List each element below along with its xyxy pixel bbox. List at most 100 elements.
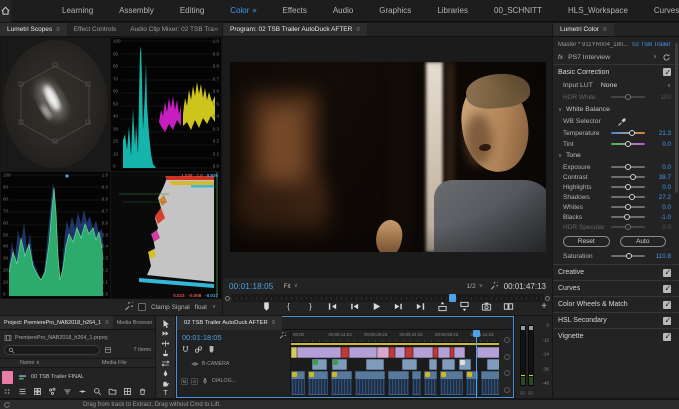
timeline-clip[interactable] — [477, 347, 499, 358]
panel-menu-icon[interactable]: ≡ — [272, 320, 276, 326]
basic-correction-checkbox[interactable] — [663, 68, 671, 76]
project-list-item[interactable]: 00 TSB Trailer FINAL — [0, 369, 155, 385]
slider-track[interactable] — [611, 176, 645, 178]
timeline-clip[interactable] — [459, 359, 471, 370]
timeline-clip[interactable] — [424, 371, 437, 395]
step-back-button[interactable] — [348, 300, 361, 313]
comparison-view-button[interactable] — [502, 300, 515, 313]
work-area-bar[interactable] — [291, 343, 499, 345]
scope-format-dropdown[interactable]: float — [195, 304, 207, 311]
add-marker-button[interactable] — [260, 300, 273, 313]
find-icon[interactable] — [92, 386, 103, 397]
tab-media-browser[interactable]: Media Browser — [113, 316, 155, 330]
slider-track[interactable] — [611, 166, 645, 168]
vignette-checkbox[interactable] — [663, 333, 671, 341]
hand-tool[interactable] — [159, 379, 172, 388]
sequence-clip-link[interactable]: 02 TSB Trailer AutoDu... — [632, 42, 671, 48]
timeline-clip[interactable] — [438, 347, 450, 358]
workspace-tab-assembly[interactable]: Assembly — [106, 6, 167, 15]
new-bin-icon[interactable] — [107, 386, 118, 397]
slider-handle[interactable] — [626, 253, 632, 259]
mark-in-button[interactable]: { — [282, 300, 295, 313]
slider-handle[interactable] — [630, 174, 636, 180]
workspace-tab-hls-workspace[interactable]: HLS_Workspace — [555, 6, 641, 15]
go-to-out-button[interactable] — [414, 300, 427, 313]
slider-hdr-specular[interactable]: HDR Specular0.0 — [563, 222, 671, 232]
slider-handle[interactable] — [625, 141, 631, 147]
timeline-clip[interactable] — [312, 359, 327, 370]
timeline-clip[interactable] — [331, 371, 352, 395]
workspace-tab-effects[interactable]: Effects — [270, 6, 320, 15]
home-button[interactable] — [0, 0, 11, 22]
tab-sequence[interactable]: 02 TSB Trailer AutoDuck AFTER≡ — [177, 316, 282, 330]
section-hsl-secondary[interactable]: HSL Secondary — [553, 312, 679, 328]
slider-track[interactable] — [611, 186, 645, 188]
workspace-tab-graphics[interactable]: Graphics — [366, 6, 424, 15]
delete-icon[interactable] — [137, 386, 148, 397]
section-creative[interactable]: Creative — [553, 264, 679, 280]
eyedropper-icon[interactable] — [617, 117, 627, 127]
filter-icon[interactable] — [104, 346, 112, 354]
go-to-in-button[interactable] — [326, 300, 339, 313]
slider-value[interactable]: 100 — [649, 94, 671, 101]
slider-track[interactable] — [611, 96, 645, 98]
slider-handle[interactable] — [625, 224, 631, 230]
slider-value[interactable]: 0.0 — [649, 141, 671, 148]
workspace-tab-editing[interactable]: Editing — [167, 6, 217, 15]
timeline-clip[interactable] — [413, 347, 433, 358]
marker-icon[interactable] — [207, 345, 216, 354]
solo-button[interactable]: S — [191, 378, 198, 385]
section-color-wheels-match[interactable]: Color Wheels & Match — [553, 296, 679, 312]
timeline-clip[interactable] — [308, 371, 328, 395]
slider-value[interactable]: 21.3 — [649, 130, 671, 137]
freeform-view-icon[interactable] — [47, 386, 58, 397]
tab-program[interactable]: Program: 02 TSB Trailer AutoDuck AFTER≡ — [223, 23, 367, 37]
pen-tool[interactable] — [159, 369, 172, 378]
video-track-header[interactable]: B-CAMERA — [177, 360, 290, 368]
slider-value[interactable]: 0.0 — [649, 204, 671, 211]
slider-handle[interactable] — [625, 94, 631, 100]
timeline-clip[interactable] — [412, 371, 421, 395]
timeline-clip[interactable] — [402, 359, 417, 370]
section-basic-correction[interactable]: Basic Correction — [558, 69, 609, 76]
slider-saturation[interactable]: Saturation110.8 — [563, 251, 671, 261]
input-lut-dropdown[interactable]: None — [601, 82, 617, 89]
panel-menu-icon[interactable]: ≡ — [105, 320, 109, 326]
list-view-icon[interactable] — [17, 386, 28, 397]
timeline-clip[interactable] — [454, 347, 465, 358]
workspace-tab-libraries[interactable]: Libraries — [424, 6, 481, 15]
timeline-clip[interactable] — [341, 347, 349, 358]
list-header[interactable]: Name ∧ Media File — [0, 358, 155, 368]
slider-handle[interactable] — [625, 184, 631, 190]
program-settings-wrench-icon[interactable] — [489, 282, 498, 291]
lumetri-scrollbar[interactable] — [675, 43, 678, 193]
slider-value[interactable]: 110.8 — [649, 253, 671, 260]
timeline-ruler[interactable]: 00:0000:00:14:2300:00:29:2300:00:44:2200… — [291, 330, 499, 343]
timeline-tracks[interactable]: 00:0000:00:14:2300:00:29:2300:00:44:2200… — [291, 330, 499, 397]
slider-temperature[interactable]: Temperature21.3 — [563, 128, 671, 138]
zoom-level-dropdown[interactable]: Fit∨ — [283, 283, 297, 290]
slider-value[interactable]: -1.0 — [649, 214, 671, 221]
play-button[interactable] — [370, 300, 383, 313]
collapse-caret-icon[interactable]: ∨ — [558, 107, 562, 113]
reset-effect-icon[interactable] — [662, 53, 671, 62]
slider-shadows[interactable]: Shadows27.2 — [563, 192, 671, 202]
tab-lumetri-color[interactable]: Lumetri Color≡ — [553, 23, 614, 37]
timeline-clip[interactable] — [377, 347, 389, 358]
workspace-tab-curves-in-scopes[interactable]: Curves in Scopes — [641, 6, 679, 15]
tab-effect-controls[interactable]: Effect Controls — [67, 23, 124, 37]
slider-track[interactable] — [611, 255, 645, 257]
timeline-clip[interactable] — [297, 347, 341, 358]
timeline-clip[interactable] — [429, 359, 437, 370]
slider-handle[interactable] — [625, 204, 631, 210]
slider-value[interactable]: 27.2 — [649, 194, 671, 201]
voiceover-mic-icon[interactable] — [201, 377, 209, 385]
slider-tint[interactable]: Tint0.0 — [563, 139, 671, 149]
slider-contrast[interactable]: Contrast38.7 — [563, 172, 671, 182]
project-readout-icon[interactable] — [2, 386, 13, 397]
slider-blacks[interactable]: Blacks-1.0 — [563, 212, 671, 222]
timeline-clip[interactable] — [440, 371, 463, 395]
slider-value[interactable]: 0.0 — [649, 164, 671, 171]
slider-track[interactable] — [611, 132, 645, 134]
timeline-clip[interactable] — [395, 347, 405, 358]
